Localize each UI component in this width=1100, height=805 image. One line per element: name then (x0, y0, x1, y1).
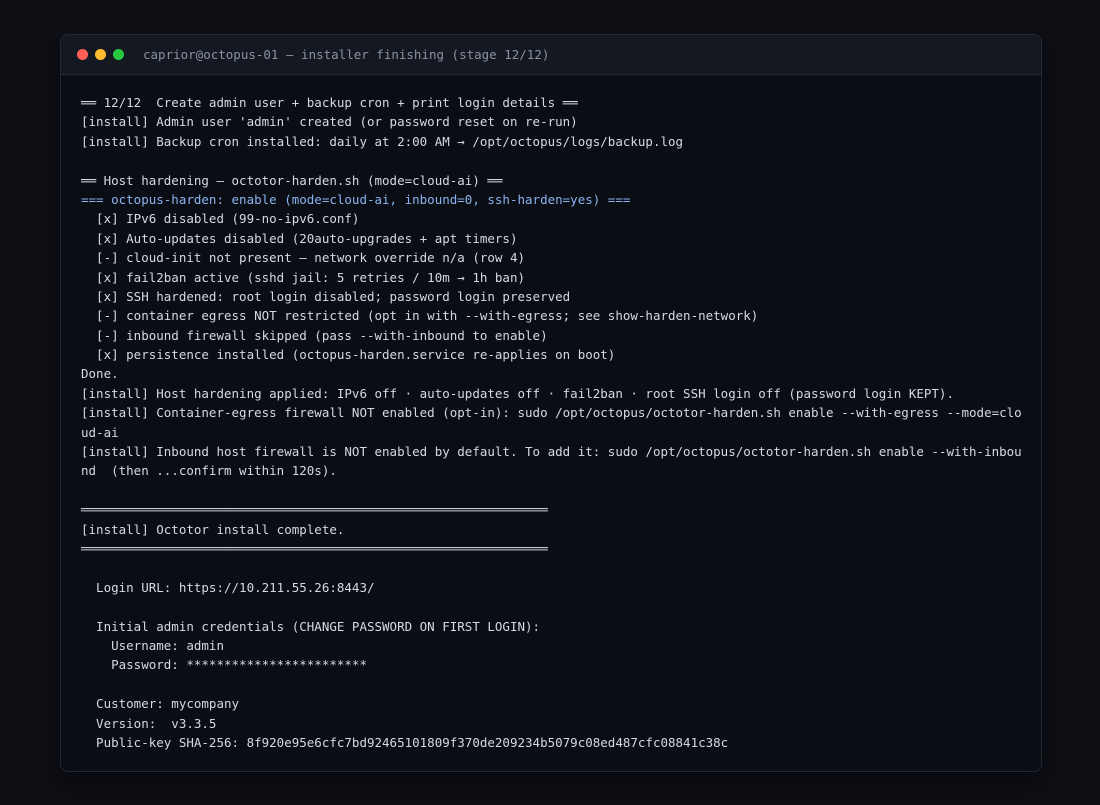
terminal-line: Login URL: https://10.211.55.26:8443/ (81, 579, 375, 595)
terminal-line: Username: admin (81, 637, 224, 653)
terminal-line: Password: ************************ (81, 657, 367, 673)
terminal-line: [install] Octotor install complete. (81, 521, 345, 537)
terminal-line: Customer: mycompany (81, 696, 240, 712)
terminal-line: Done. (81, 366, 119, 382)
terminal-line: ════════════════════════════════════════… (81, 502, 548, 518)
terminal-line: [install] Admin user 'admin' created (or… (81, 114, 578, 130)
title-bar: caprior@octopus-01 — installer finishing… (61, 35, 1041, 75)
terminal-line: [install] Container-egress firewall NOT … (81, 405, 1022, 421)
terminal-line: [install] Host hardening applied: IPv6 o… (81, 385, 954, 401)
terminal-line: [x] IPv6 disabled (99-no-ipv6.conf) (81, 211, 360, 227)
terminal-line: [x] fail2ban active (sshd jail: 5 retrie… (81, 269, 526, 285)
terminal-line: ud-ai (81, 424, 119, 440)
terminal-output[interactable]: ══ 12/12 Create admin user + backup cron… (81, 93, 1031, 752)
window-title: caprior@octopus-01 — installer finishing… (143, 47, 550, 62)
terminal-line: ══ 12/12 Create admin user + backup cron… (81, 95, 578, 110)
terminal-line: nd (then ...confirm within 120s). (81, 463, 337, 479)
terminal-line: [install] Inbound host firewall is NOT e… (81, 444, 1022, 460)
terminal-line: [-] cloud-init not present — network ove… (81, 250, 526, 266)
terminal-window: caprior@octopus-01 — installer finishing… (60, 34, 1042, 772)
terminal-line: [x] SSH hardened: root login disabled; p… (81, 288, 571, 304)
terminal-line: [x] persistence installed (octopus-harde… (81, 347, 616, 363)
terminal-line: [x] Auto-updates disabled (20auto-upgrad… (81, 230, 518, 246)
minimize-button[interactable] (95, 49, 106, 60)
terminal-line: Public-key SHA-256: 8f920e95e6cfc7bd9246… (81, 734, 729, 750)
maximize-button[interactable] (113, 49, 124, 60)
terminal-line: [-] inbound firewall skipped (pass --wit… (81, 327, 548, 343)
terminal-line: ════════════════════════════════════════… (81, 540, 548, 556)
terminal-line: [install] Backup cron installed: daily a… (81, 133, 684, 149)
terminal-line: ══ Host hardening — octotor-harden.sh (m… (81, 172, 503, 188)
close-button[interactable] (77, 49, 88, 60)
terminal-line: === octopus-harden: enable (mode=cloud-a… (81, 191, 631, 207)
terminal-line: [-] container egress NOT restricted (opt… (81, 308, 759, 324)
terminal-line: Version: v3.3.5 (81, 715, 217, 731)
terminal-line: Initial admin credentials (CHANGE PASSWO… (81, 618, 541, 634)
